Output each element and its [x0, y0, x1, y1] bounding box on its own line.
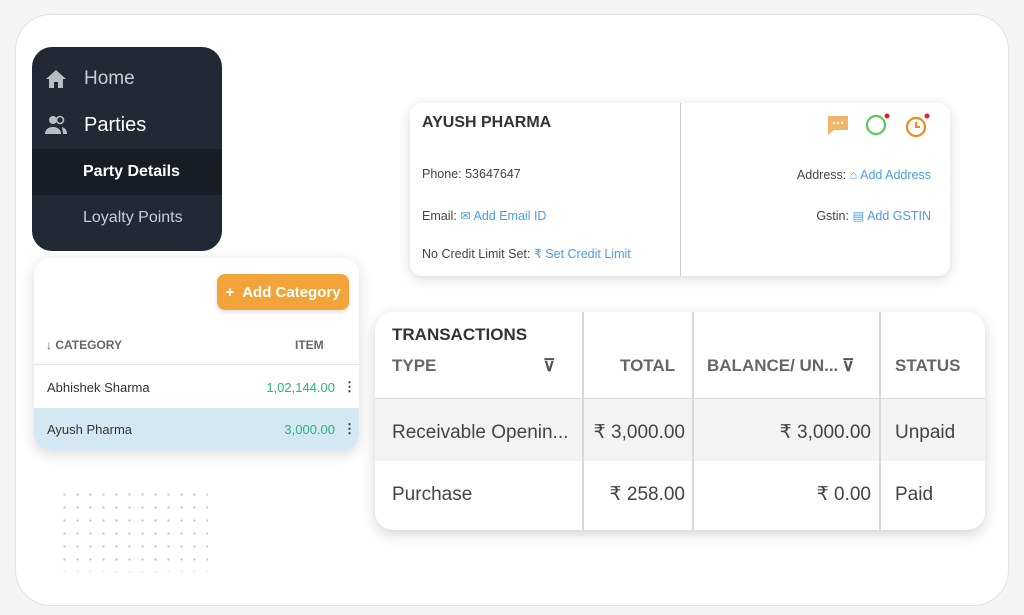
set-credit-limit-link[interactable]: Set Credit Limit — [545, 247, 630, 261]
balance-header: BALANCE/ UN... — [707, 356, 839, 375]
list-item[interactable]: Abhishek Sharma 1,02,144.00 ⋮ — [34, 366, 359, 408]
transactions-table: TRANSACTIONS TYPE ⊽ TOTAL BALANCE/ UN...… — [375, 312, 985, 530]
balance-cell: ₹ 0.00 — [816, 484, 871, 505]
type-cell: Receivable Openin... — [392, 422, 569, 443]
category-amount: 1,02,144.00 — [266, 379, 335, 395]
rupee-icon: ₹ — [533, 247, 542, 261]
list-item[interactable]: Ayush Pharma 3,000.00 ⋮ — [34, 408, 359, 450]
item-header: ITEM — [295, 338, 324, 352]
total-cell: ₹ 258.00 — [609, 484, 685, 505]
sidebar-item-label: Parties — [84, 113, 147, 136]
phone-label: Phone: — [422, 167, 462, 181]
add-category-label: Add Category — [242, 283, 341, 301]
sidebar-item-label: Party Details — [83, 163, 180, 180]
divider — [34, 364, 359, 365]
sidebar-item-parties[interactable]: Parties — [32, 101, 222, 149]
category-header[interactable]: ↓ CATEGORY — [46, 338, 122, 352]
sidebar-item-loyalty-points[interactable]: Loyalty Points — [32, 195, 222, 241]
credit-label: No Credit Limit Set: — [422, 247, 531, 261]
sidebar-item-label: Home — [84, 68, 135, 89]
sidebar-item-label: Loyalty Points — [83, 209, 183, 226]
mail-icon: ✉ — [460, 209, 471, 223]
transactions-title: TRANSACTIONS — [392, 325, 528, 344]
category-panel: + Add Category ↓ CATEGORY ITEM Abhishek S… — [34, 258, 359, 450]
more-icon[interactable]: ⋮ — [343, 379, 356, 395]
add-gstin-link[interactable]: Add GSTIN — [867, 209, 931, 223]
add-category-button[interactable]: + Add Category — [217, 274, 349, 310]
address-label: Address: — [796, 168, 847, 182]
alarm-clock-icon[interactable] — [904, 113, 930, 139]
add-email-link[interactable]: Add Email ID — [474, 209, 547, 223]
category-name: Abhishek Sharma — [47, 379, 150, 395]
filter-icon[interactable]: ⊽ — [842, 356, 854, 376]
type-header: TYPE — [392, 356, 437, 375]
document-icon: ▤ — [852, 209, 865, 223]
sidebar-item-party-details[interactable]: Party Details — [32, 149, 222, 195]
add-address-link[interactable]: Add Address — [860, 168, 931, 182]
home-icon — [46, 70, 66, 88]
divider — [680, 103, 681, 276]
category-amount: 3,000.00 — [284, 421, 335, 437]
more-icon[interactable]: ⋮ — [343, 421, 356, 437]
sidebar-item-home[interactable]: Home — [32, 57, 222, 101]
party-details-card: AYUSH PHARMA Phone: 53647647 Email: ✉ Ad… — [410, 103, 950, 276]
type-cell: Purchase — [392, 484, 473, 505]
email-label: Email: — [422, 209, 457, 223]
sidebar: Home Parties Party Details Loyalty Point… — [32, 47, 222, 251]
filter-icon[interactable]: ⊽ — [543, 356, 555, 376]
status-cell: Paid — [895, 484, 934, 505]
gstin-label: Gstin: — [816, 209, 849, 223]
chat-icon[interactable] — [826, 113, 850, 137]
total-header: TOTAL — [620, 356, 676, 375]
location-icon: ⌂ — [849, 168, 858, 182]
users-icon — [45, 115, 67, 134]
balance-cell: ₹ 3,000.00 — [779, 422, 871, 443]
total-cell: ₹ 3,000.00 — [593, 422, 685, 443]
sort-down-icon: ↓ — [46, 338, 52, 352]
category-name: Ayush Pharma — [47, 421, 133, 437]
phone-value: 53647647 — [465, 167, 521, 181]
status-header: STATUS — [895, 356, 961, 375]
plus-icon: + — [225, 283, 235, 301]
party-name: AYUSH PHARMA — [422, 114, 552, 131]
category-header-label: CATEGORY — [55, 338, 123, 352]
whatsapp-icon[interactable] — [864, 113, 890, 137]
dot-pattern — [58, 488, 208, 572]
status-cell: Unpaid — [895, 422, 956, 443]
